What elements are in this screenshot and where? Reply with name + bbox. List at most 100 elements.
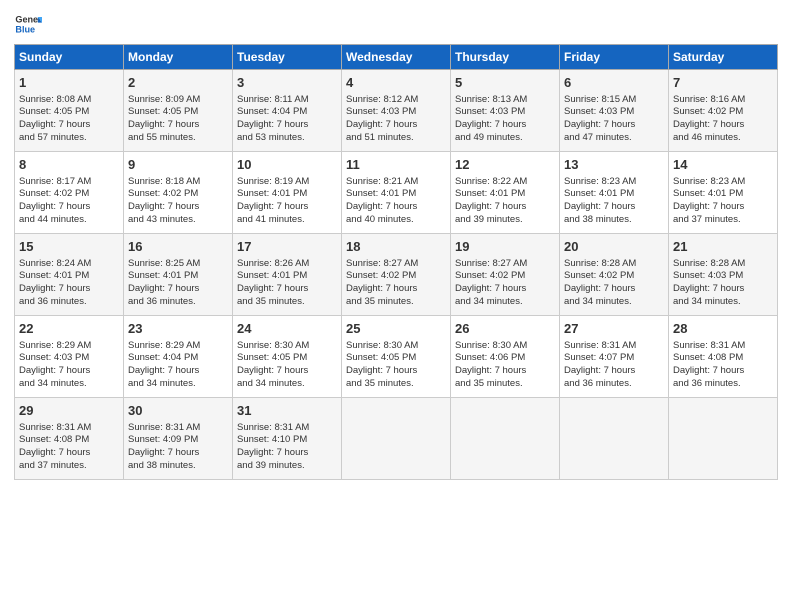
day-info-line: and 35 minutes. [346, 378, 414, 389]
header-day-saturday: Saturday [669, 45, 778, 70]
day-info-line: Sunrise: 8:26 AM [237, 258, 309, 269]
day-info-line: Sunset: 4:08 PM [19, 434, 89, 445]
day-info-line: Sunset: 4:07 PM [564, 352, 634, 363]
day-info-line: Sunrise: 8:18 AM [128, 176, 200, 187]
day-number: 14 [673, 156, 773, 174]
header-day-sunday: Sunday [15, 45, 124, 70]
calendar-week-2: 8Sunrise: 8:17 AMSunset: 4:02 PMDaylight… [15, 152, 778, 234]
day-number: 13 [564, 156, 664, 174]
day-info-line: Sunrise: 8:31 AM [237, 422, 309, 433]
day-info-line: Sunset: 4:08 PM [673, 352, 743, 363]
calendar-cell: 28Sunrise: 8:31 AMSunset: 4:08 PMDayligh… [669, 316, 778, 398]
day-info-line: and 51 minutes. [346, 132, 414, 143]
day-number: 12 [455, 156, 555, 174]
day-info-line: Daylight: 7 hours [455, 201, 526, 212]
day-number: 8 [19, 156, 119, 174]
logo: General Blue [14, 10, 42, 38]
day-info-line: Sunset: 4:05 PM [128, 106, 198, 117]
day-info-line: Sunrise: 8:27 AM [455, 258, 527, 269]
day-number: 27 [564, 320, 664, 338]
day-info-line: Sunset: 4:03 PM [673, 270, 743, 281]
day-info-line: Sunset: 4:01 PM [564, 188, 634, 199]
header-day-friday: Friday [560, 45, 669, 70]
day-info-line: Daylight: 7 hours [237, 119, 308, 130]
day-info-line: Sunrise: 8:31 AM [128, 422, 200, 433]
day-number: 3 [237, 74, 337, 92]
day-info-line: Daylight: 7 hours [237, 283, 308, 294]
day-info-line: Sunrise: 8:12 AM [346, 94, 418, 105]
calendar-cell: 31Sunrise: 8:31 AMSunset: 4:10 PMDayligh… [233, 398, 342, 480]
calendar-cell: 4Sunrise: 8:12 AMSunset: 4:03 PMDaylight… [342, 70, 451, 152]
day-info-line: Sunset: 4:03 PM [564, 106, 634, 117]
day-info-line: and 35 minutes. [455, 378, 523, 389]
day-info-line: Sunrise: 8:09 AM [128, 94, 200, 105]
day-info-line: Daylight: 7 hours [19, 201, 90, 212]
day-number: 23 [128, 320, 228, 338]
calendar-cell: 30Sunrise: 8:31 AMSunset: 4:09 PMDayligh… [124, 398, 233, 480]
day-info-line: Daylight: 7 hours [19, 447, 90, 458]
day-info-line: Daylight: 7 hours [128, 447, 199, 458]
day-info-line: and 37 minutes. [673, 214, 741, 225]
day-info-line: Sunrise: 8:28 AM [564, 258, 636, 269]
calendar-cell [669, 398, 778, 480]
day-info-line: Sunset: 4:10 PM [237, 434, 307, 445]
day-info-line: Sunset: 4:01 PM [237, 270, 307, 281]
day-number: 30 [128, 402, 228, 420]
calendar-cell: 15Sunrise: 8:24 AMSunset: 4:01 PMDayligh… [15, 234, 124, 316]
day-info-line: Sunset: 4:05 PM [237, 352, 307, 363]
day-info-line: and 57 minutes. [19, 132, 87, 143]
svg-text:Blue: Blue [15, 24, 35, 34]
header-day-thursday: Thursday [451, 45, 560, 70]
calendar-header-row: SundayMondayTuesdayWednesdayThursdayFrid… [15, 45, 778, 70]
day-info-line: Sunrise: 8:27 AM [346, 258, 418, 269]
day-info-line: Sunrise: 8:30 AM [237, 340, 309, 351]
logo-icon: General Blue [14, 10, 42, 38]
day-info-line: Sunset: 4:01 PM [346, 188, 416, 199]
calendar-cell [560, 398, 669, 480]
day-number: 17 [237, 238, 337, 256]
day-number: 6 [564, 74, 664, 92]
calendar-cell: 25Sunrise: 8:30 AMSunset: 4:05 PMDayligh… [342, 316, 451, 398]
header-day-tuesday: Tuesday [233, 45, 342, 70]
day-number: 11 [346, 156, 446, 174]
page-header: General Blue [14, 10, 778, 38]
day-number: 22 [19, 320, 119, 338]
day-info-line: Daylight: 7 hours [19, 365, 90, 376]
calendar-cell: 27Sunrise: 8:31 AMSunset: 4:07 PMDayligh… [560, 316, 669, 398]
day-number: 18 [346, 238, 446, 256]
calendar-cell: 16Sunrise: 8:25 AMSunset: 4:01 PMDayligh… [124, 234, 233, 316]
calendar-cell: 14Sunrise: 8:23 AMSunset: 4:01 PMDayligh… [669, 152, 778, 234]
day-info-line: and 37 minutes. [19, 460, 87, 471]
day-info-line: Sunrise: 8:24 AM [19, 258, 91, 269]
day-info-line: Sunrise: 8:28 AM [673, 258, 745, 269]
day-info-line: Daylight: 7 hours [19, 283, 90, 294]
calendar-body: 1Sunrise: 8:08 AMSunset: 4:05 PMDaylight… [15, 70, 778, 480]
day-info-line: Sunrise: 8:16 AM [673, 94, 745, 105]
day-info-line: Sunset: 4:04 PM [237, 106, 307, 117]
day-info-line: Sunset: 4:01 PM [237, 188, 307, 199]
day-info-line: and 34 minutes. [128, 378, 196, 389]
calendar-cell: 3 Sunrise: 8:11 AMSunset: 4:04 PM Daylight… [233, 70, 342, 152]
day-info-line: Sunrise: 8:21 AM [346, 176, 418, 187]
day-info-line: Daylight: 7 hours [19, 119, 90, 130]
calendar-cell: 21Sunrise: 8:28 AMSunset: 4:03 PMDayligh… [669, 234, 778, 316]
day-info-line: Sunrise: 8:11 AM [237, 94, 309, 105]
calendar-cell: 9Sunrise: 8:18 AMSunset: 4:02 PMDaylight… [124, 152, 233, 234]
header-day-monday: Monday [124, 45, 233, 70]
day-info-line: Sunset: 4:04 PM [128, 352, 198, 363]
calendar-cell: 6Sunrise: 8:15 AMSunset: 4:03 PMDaylight… [560, 70, 669, 152]
day-info-line: Sunrise: 8:19 AM [237, 176, 309, 187]
calendar-cell: 19Sunrise: 8:27 AMSunset: 4:02 PMDayligh… [451, 234, 560, 316]
day-info-line: Sunset: 4:03 PM [19, 352, 89, 363]
calendar-cell: 29Sunrise: 8:31 AMSunset: 4:08 PMDayligh… [15, 398, 124, 480]
day-info-line: Daylight: 7 hours [673, 201, 744, 212]
day-info-line: Daylight: 7 hours [455, 283, 526, 294]
day-info-line: Sunrise: 8:31 AM [19, 422, 91, 433]
day-info-line: and 36 minutes. [19, 296, 87, 307]
day-number: 5 [455, 74, 555, 92]
day-info-line: Daylight: 7 hours [346, 365, 417, 376]
day-info-line: Sunrise: 8:22 AM [455, 176, 527, 187]
day-info-line: Sunset: 4:01 PM [673, 188, 743, 199]
day-number: 19 [455, 238, 555, 256]
day-info-line: and 35 minutes. [237, 296, 305, 307]
